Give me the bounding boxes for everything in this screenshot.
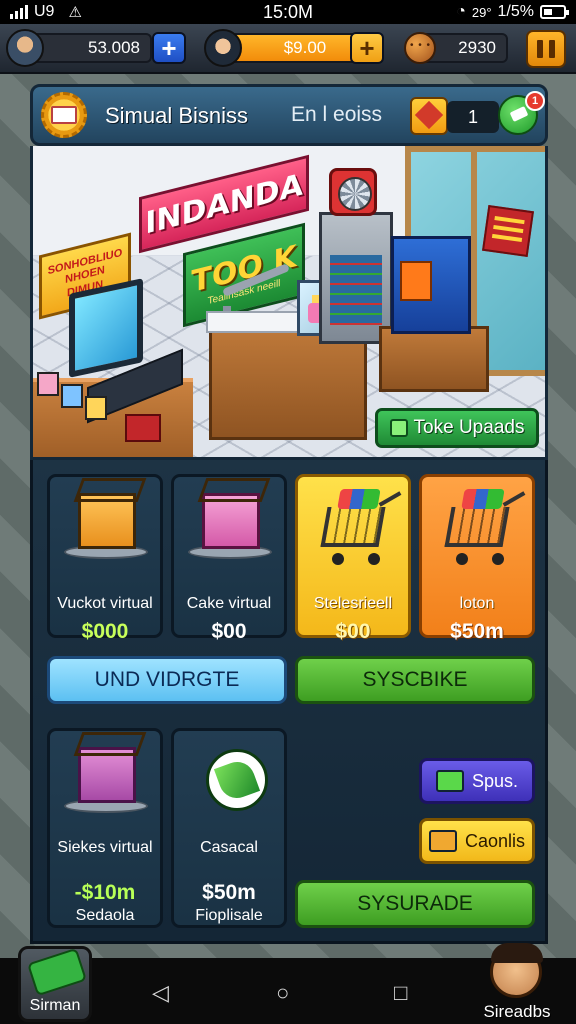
cash-amount: 53.008 (88, 38, 140, 57)
status-right-text: 29° (471, 4, 492, 20)
cookie-icon (404, 32, 436, 64)
sireadbs-button[interactable]: Sireadbs (472, 943, 562, 1024)
gift-box-icon (78, 747, 136, 803)
caonlis-button[interactable]: Caonlis (419, 818, 535, 864)
price-tag-icon (125, 414, 161, 442)
arcade-machine-icon[interactable] (391, 236, 471, 334)
cart-icon (320, 507, 386, 547)
und-vidrgte-button[interactable]: UND VIDRGTE (47, 656, 287, 704)
cake-box-icon (202, 493, 260, 549)
shop-card-vuckot[interactable]: Vuckot virtual $000 (47, 474, 163, 643)
store-scene[interactable]: SONHOBLIUO NHOEN DIMUN INDANDA TOO K Tea… (30, 146, 548, 460)
cart-handle (378, 491, 402, 507)
sirman-label: Sirman (29, 997, 81, 1014)
cart-handle (502, 491, 526, 507)
product-box-icon (85, 396, 107, 420)
coupon-icon (428, 830, 457, 852)
home-icon[interactable]: ○ (276, 980, 289, 1006)
status-bar: U9 ⚠ 15:0M ◔ 29° 1/5% (0, 0, 576, 24)
status-left: U9 ⚠ (10, 3, 82, 21)
cart-wheel (368, 553, 380, 565)
cart-icon (444, 507, 510, 547)
gold-amount: $9.00 (283, 38, 327, 57)
side-desk (379, 326, 489, 392)
status-left-text: U9 (34, 3, 55, 20)
battery-icon (540, 5, 569, 19)
caonlis-label: Caonlis (464, 830, 526, 851)
count-value: 1 (467, 106, 478, 127)
take-upgrades-button[interactable]: Toke Upaads (375, 408, 539, 448)
shop-card-siekes[interactable]: Siekes virtual -$10m Sedaola (47, 728, 163, 928)
card-name: loton (459, 595, 495, 612)
cart-wheel (492, 553, 504, 565)
product-box-icon (61, 384, 83, 408)
recents-icon[interactable]: □ (394, 980, 407, 1006)
card-price: $00 (335, 620, 371, 643)
store-title: Simual Bisniss (105, 103, 249, 128)
card-subtitle: Sedaola (75, 907, 135, 924)
wifi-icon: ◔ (456, 3, 466, 20)
card-name: Siekes virtual (57, 839, 153, 856)
pause-button[interactable] (526, 30, 566, 68)
card-price: -$10m (74, 881, 136, 904)
card-price: $000 (81, 620, 129, 643)
notification-badge: 1 (525, 91, 545, 111)
card-name: Casacal (200, 839, 258, 856)
fan-icon (329, 168, 377, 216)
sireadbs-label: Sireadbs (483, 1002, 551, 1021)
spus-label: Spus. (471, 770, 519, 791)
take-upgrades-label: Toke Upaads (413, 417, 525, 438)
leaf-icon (206, 749, 268, 811)
manager-avatar-icon[interactable] (204, 29, 242, 67)
back-icon[interactable]: ◁ (152, 980, 169, 1006)
cash-stack-icon (435, 770, 464, 792)
sysurade-button[interactable]: SYSURADE (295, 880, 535, 928)
shop-card-stelesrieell[interactable]: Stelesrieell $00 (295, 474, 411, 643)
shop-card-casacal[interactable]: Casacal $50m Fioplisale (171, 728, 287, 928)
add-gold-button[interactable]: + (350, 32, 384, 64)
card-price: $50m (450, 620, 504, 643)
cart-wheel (332, 553, 344, 565)
shop-panel: Vuckot virtual $000 Cake virtual $00 Ste… (30, 460, 548, 944)
add-cash-button[interactable]: + (152, 32, 186, 64)
count-pill: 1 (447, 101, 499, 133)
card-price: $00 (211, 620, 247, 643)
store-subtitle: En l eoiss (291, 103, 383, 126)
cookie-amount: 2930 (458, 38, 496, 57)
card-price: $50m (202, 881, 256, 904)
status-right: ◔ 29° 1/5% (456, 3, 569, 21)
card-name: Vuckot virtual (57, 595, 153, 612)
cash-pill: 53.008 (30, 33, 152, 63)
battery-text: 1/5% (497, 3, 534, 20)
player-avatar-icon[interactable] (6, 29, 44, 67)
resource-bar: 53.008 + $9.00 + 2930 (0, 24, 576, 74)
card-subtitle: Fioplisale (195, 907, 263, 924)
spus-button[interactable]: Spus. (419, 758, 535, 804)
category-icon[interactable] (410, 97, 448, 135)
card-name: Stelesrieell (313, 595, 393, 612)
door-sign-icon (482, 205, 534, 257)
computer-monitor-icon[interactable] (69, 278, 143, 378)
signal-icon (10, 5, 28, 19)
syscbike-button[interactable]: SYSCBIKE (295, 656, 535, 704)
upgrade-icon (389, 419, 408, 437)
box-icon (78, 493, 136, 549)
vending-machine-icon[interactable] (319, 212, 393, 344)
card-name: Cake virtual (186, 595, 272, 612)
shop-card-loton[interactable]: loton $50m (419, 474, 535, 643)
sirman-button[interactable]: Sirman (18, 946, 92, 1022)
cart-wheel (456, 553, 468, 565)
character-avatar-icon (490, 943, 543, 998)
store-header: Simual Bisniss En l eoiss 1 1 (30, 84, 548, 146)
shop-card-cake[interactable]: Cake virtual $00 (171, 474, 287, 643)
gear-icon[interactable] (41, 92, 87, 138)
alert-icon: ⚠ (68, 4, 82, 21)
product-box-icon (37, 372, 59, 396)
